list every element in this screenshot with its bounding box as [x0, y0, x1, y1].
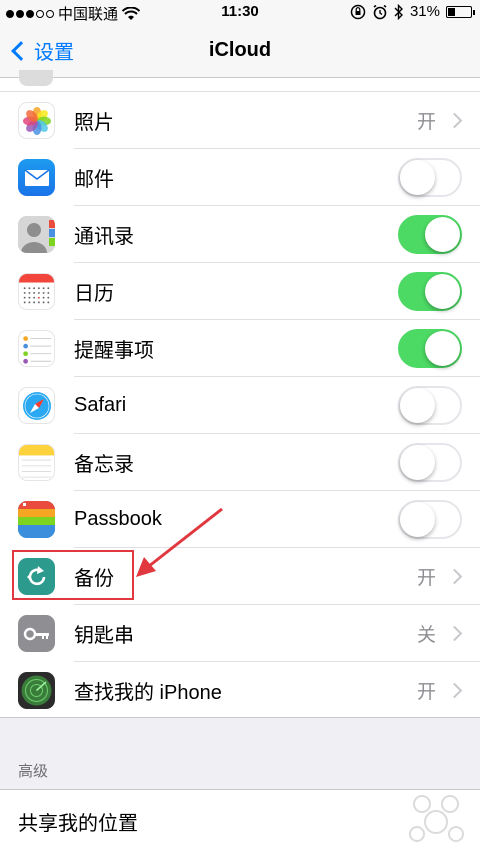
reminders-icon [18, 330, 55, 367]
mail-icon [18, 159, 55, 196]
toggle-knob [400, 502, 435, 537]
row-value: 开 [416, 682, 436, 703]
row-find-my-iphone[interactable]: 查找我的 iPhone 开 [0, 662, 480, 719]
row-value: 关 [416, 625, 436, 646]
row-passbook: Passbook [0, 491, 480, 548]
chevron-right-icon [446, 112, 463, 129]
toggle-switch[interactable] [398, 329, 462, 368]
battery-percent: 31% [409, 3, 440, 20]
toggle-switch[interactable] [398, 500, 462, 539]
chevron-right-icon [446, 568, 463, 585]
battery-icon [446, 5, 475, 18]
page-title: iCloud [208, 39, 272, 61]
row-safari: Safari [0, 377, 480, 434]
row-label: 钥匙串 [74, 625, 134, 647]
row-notes: 备忘录 [0, 434, 480, 491]
icloud-settings-list: 照片开邮件 通讯录 日历 提醒事项 Safari 备忘录 Passbook 备份开钥匙串关查找… [0, 70, 480, 719]
keychain-icon [18, 615, 55, 652]
toggle-knob [425, 331, 460, 366]
chevron-right-icon [446, 625, 463, 642]
navigation-bar: 设置 iCloud [0, 24, 480, 78]
notes-icon [18, 444, 55, 481]
calendar-icon [18, 273, 55, 310]
row-keychain[interactable]: 钥匙串 关 [0, 605, 480, 662]
row-label: 邮件 [74, 169, 114, 191]
backup-highlight-box [12, 550, 134, 600]
toggle-switch[interactable] [398, 215, 462, 254]
alarm-icon [373, 4, 387, 19]
row-label: 提醒事项 [74, 340, 154, 362]
chevron-right-icon [446, 682, 463, 699]
row-value: 开 [416, 112, 436, 133]
row-reminders: 提醒事项 [0, 320, 480, 377]
row-label: 查找我的 iPhone [74, 682, 222, 704]
contacts-icon [18, 216, 55, 253]
row-contacts: 通讯录 [0, 206, 480, 263]
status-right: 31% [350, 3, 475, 20]
section-gap [0, 717, 480, 789]
passbook-icon [18, 501, 55, 538]
section-header-advanced: 高级 [18, 763, 49, 780]
annotation-arrow [136, 507, 223, 577]
row-label: 备忘录 [74, 454, 134, 476]
row-label: 日历 [74, 283, 114, 305]
row-label: 照片 [74, 112, 114, 134]
find-my-iphone-icon [18, 672, 55, 709]
toggle-knob [425, 274, 460, 309]
row-value: 开 [416, 568, 436, 589]
scrolled-row-edge [0, 70, 480, 92]
status-bar: 中国联通 11:30 31% [0, 0, 480, 24]
row-label: 通讯录 [74, 226, 134, 248]
watermark-logo-icon [409, 795, 464, 842]
toggle-knob [400, 160, 435, 195]
toggle-switch[interactable] [398, 443, 462, 482]
toggle-switch[interactable] [398, 386, 462, 425]
toggle-knob [400, 445, 435, 480]
toggle-knob [400, 388, 435, 423]
orientation-lock-icon [350, 4, 366, 19]
row-mail: 邮件 [0, 149, 480, 206]
share-my-location-label: 共享我的位置 [18, 813, 138, 835]
safari-icon [18, 387, 55, 424]
toggle-switch[interactable] [398, 272, 462, 311]
toggle-knob [425, 217, 460, 252]
photos-icon [18, 102, 55, 139]
bluetooth-icon [394, 3, 403, 20]
row-photos[interactable]: 照片 开 [0, 92, 480, 149]
row-calendar: 日历 [0, 263, 480, 320]
row-label: Safari [74, 394, 127, 416]
toggle-switch[interactable] [398, 158, 462, 197]
